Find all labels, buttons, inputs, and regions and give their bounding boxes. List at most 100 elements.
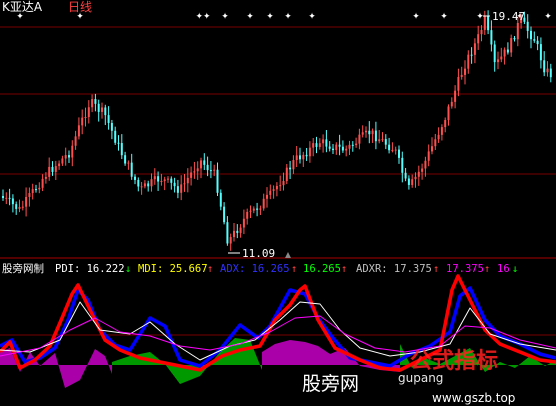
candle-body bbox=[332, 148, 334, 151]
candle-body bbox=[196, 168, 199, 172]
candle-body bbox=[434, 139, 437, 147]
candle-body bbox=[223, 206, 226, 223]
candle-body bbox=[15, 204, 18, 209]
signal-marker-icon: ✦ bbox=[412, 12, 420, 22]
candle-body bbox=[355, 143, 358, 146]
candle-body bbox=[371, 130, 374, 135]
candle-body bbox=[160, 181, 163, 183]
candle-body bbox=[219, 192, 222, 207]
pdi-arrow-icon: ↓ bbox=[125, 263, 131, 275]
candle-body bbox=[193, 171, 196, 173]
last-arrow-icon: ↓ bbox=[512, 263, 518, 275]
candle-body bbox=[464, 68, 466, 75]
candle-body bbox=[91, 99, 94, 108]
candle-body bbox=[487, 16, 490, 31]
candle-body bbox=[209, 170, 212, 172]
candle-body bbox=[262, 198, 265, 209]
candle-body bbox=[167, 178, 169, 180]
candle-body bbox=[137, 179, 140, 187]
candle-body bbox=[216, 169, 219, 193]
candle-body bbox=[153, 176, 156, 180]
candle-body bbox=[127, 162, 130, 164]
stock-chart[interactable]: K亚达A 日线 ✦ ✦ ✦✦ ✦ ✦ ✦ ✦ ✦ ✦ ✦ ✦ ✦ ✦ 19.47 11.09 股旁网制 … bbox=[0, 0, 556, 406]
candle-body bbox=[447, 106, 450, 121]
candle-body bbox=[203, 160, 206, 165]
candle-body bbox=[322, 139, 325, 144]
candle-body bbox=[444, 120, 447, 128]
candle-body bbox=[229, 237, 232, 244]
candle-body bbox=[239, 227, 242, 233]
candle-body bbox=[117, 142, 120, 144]
candle-body bbox=[308, 147, 311, 157]
pdi-value: PDI: 16.222 bbox=[55, 263, 125, 275]
candle-body bbox=[104, 107, 107, 116]
candle-body bbox=[186, 177, 189, 184]
candle-body bbox=[190, 172, 193, 178]
watermark-url: www.gszb.top bbox=[432, 391, 515, 405]
candle-body bbox=[374, 130, 377, 142]
price-grid bbox=[0, 26, 556, 336]
mdi-arrow-icon: ↑ bbox=[207, 263, 213, 275]
candle-body bbox=[533, 39, 536, 41]
candle-body bbox=[114, 130, 117, 143]
candle-body bbox=[246, 211, 249, 219]
last-value: 16 bbox=[497, 263, 510, 275]
candle-body bbox=[480, 29, 483, 35]
candle-body bbox=[18, 207, 21, 209]
candle-body bbox=[279, 185, 282, 187]
candle-body bbox=[35, 189, 37, 191]
candle-body bbox=[467, 54, 470, 69]
candle-body bbox=[424, 160, 427, 169]
candle-body bbox=[28, 193, 31, 197]
high-price-label: 19.47 bbox=[492, 10, 525, 23]
candle-body bbox=[292, 160, 295, 170]
candle-body bbox=[384, 139, 387, 145]
candle-body bbox=[81, 117, 84, 126]
candle-body bbox=[421, 168, 424, 172]
candle-body bbox=[124, 155, 127, 164]
candle-body bbox=[516, 22, 519, 40]
candle-body bbox=[500, 56, 503, 60]
candle-body bbox=[176, 186, 179, 193]
candle-body bbox=[110, 122, 113, 131]
candle-body bbox=[213, 169, 216, 171]
candle-body bbox=[233, 230, 235, 238]
signal-marker-icon: ✦ bbox=[284, 12, 292, 22]
candle-body bbox=[21, 206, 24, 208]
candle-body bbox=[483, 16, 486, 30]
candle-body bbox=[398, 149, 400, 158]
candle-body bbox=[437, 134, 440, 140]
candle-body bbox=[259, 208, 262, 210]
candle-body bbox=[365, 130, 367, 133]
candle-body bbox=[470, 54, 473, 56]
candle-body bbox=[64, 155, 67, 159]
candle-body bbox=[503, 49, 506, 57]
candle-body bbox=[5, 197, 8, 199]
candle-body bbox=[84, 117, 87, 119]
candle-body bbox=[536, 40, 539, 45]
candle-body bbox=[315, 143, 318, 147]
candle-body bbox=[282, 181, 285, 186]
candle-body bbox=[450, 101, 453, 107]
candle-body bbox=[170, 178, 173, 183]
candle-body bbox=[266, 194, 268, 199]
candle-body bbox=[549, 68, 552, 78]
candle-body bbox=[431, 146, 433, 152]
indicator-name[interactable]: 股旁网制 bbox=[2, 262, 44, 275]
candle-body bbox=[414, 176, 417, 180]
candle-body bbox=[143, 183, 146, 187]
candle-body bbox=[157, 176, 160, 182]
candle-body bbox=[407, 178, 410, 185]
candle-body bbox=[299, 155, 301, 160]
adxr-secondary-value: 17.375 bbox=[446, 263, 484, 275]
signal-marker-icon: ✦ bbox=[221, 12, 229, 22]
candle-body bbox=[351, 144, 354, 146]
candle-body bbox=[454, 90, 457, 102]
signal-marker-icon: ✦ bbox=[246, 12, 254, 22]
candle-body bbox=[477, 34, 480, 44]
candle-body bbox=[147, 183, 150, 187]
candle-body bbox=[87, 107, 90, 118]
candle-body bbox=[510, 38, 513, 53]
candle-body bbox=[341, 146, 344, 151]
candle-body bbox=[140, 186, 143, 188]
